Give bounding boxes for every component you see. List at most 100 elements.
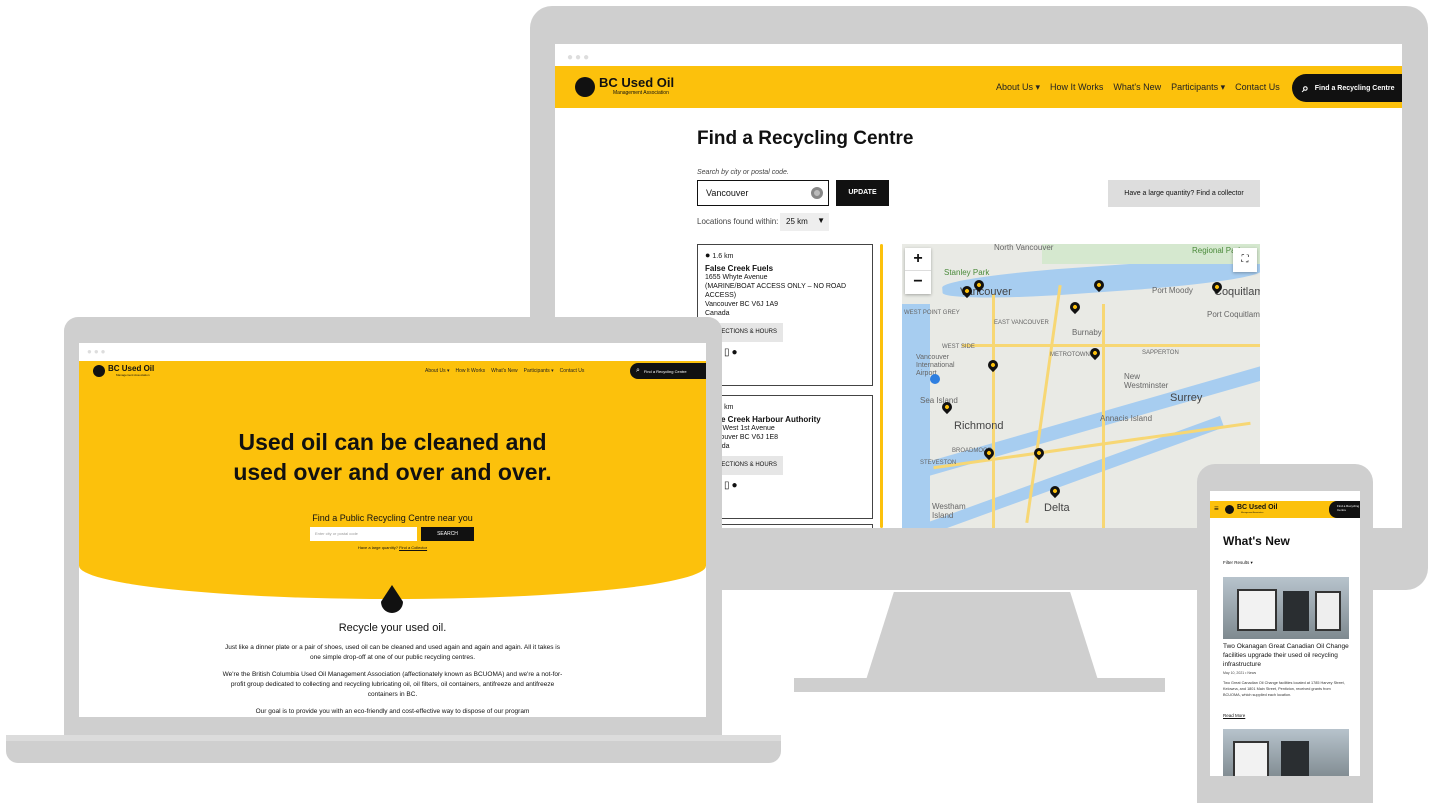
desktop-stand bbox=[866, 592, 1098, 680]
hero-headline-1: Used oil can be cleaned and bbox=[238, 429, 547, 455]
results-scrollbar[interactable] bbox=[880, 244, 883, 528]
section-title: Recycle your used oil. bbox=[338, 622, 447, 634]
within-select[interactable]: 25 km ▼ bbox=[780, 213, 829, 231]
page-title: Find a Recycling Centre bbox=[697, 128, 914, 149]
result-country: Canada bbox=[705, 442, 865, 451]
article-title[interactable]: Two Okanagan Great Canadian Oil Change f… bbox=[1223, 642, 1349, 669]
map-label: Vancouver International Airport bbox=[916, 354, 955, 377]
locate-icon[interactable] bbox=[811, 187, 823, 199]
update-button[interactable]: UPDATE bbox=[836, 180, 889, 206]
zoom-in-button[interactable]: + bbox=[905, 248, 931, 271]
phone-header: ≡ BC Used Oil Management Association Fin… bbox=[1210, 501, 1360, 518]
nav-how-it-works[interactable]: How It Works bbox=[1050, 82, 1103, 93]
brand-logo-icon[interactable] bbox=[93, 365, 105, 377]
browser-dots: ●●● bbox=[567, 52, 592, 63]
article-meta: May 10, 2021 • News bbox=[1223, 671, 1257, 675]
nav-contact-us[interactable]: Contact Us bbox=[1235, 82, 1280, 93]
search-icon: ⌕ bbox=[1302, 80, 1309, 95]
article-body: Two Great Canadian Oil Change facilities… bbox=[1223, 681, 1345, 697]
brand-logo-icon[interactable] bbox=[575, 77, 595, 97]
nav-whats-new[interactable]: What's New bbox=[1113, 82, 1161, 93]
kiosk-door bbox=[1281, 741, 1309, 776]
collector-line: Have a large quantity? Find a Collector bbox=[79, 545, 706, 550]
find-centre-label: Find a Recycling Centre bbox=[1314, 84, 1395, 92]
brand-tagline: Management Association bbox=[1241, 512, 1264, 514]
result-country: Canada bbox=[705, 310, 730, 317]
map-label: Annacis Island bbox=[1100, 414, 1153, 423]
map-label: EAST VANCOUVER bbox=[994, 320, 1049, 326]
nav-whats-new[interactable]: What's New bbox=[491, 368, 518, 374]
map-label: Westham Island bbox=[932, 502, 966, 520]
desktop-nav: About Us ▾ How It Works What's New Parti… bbox=[996, 82, 1280, 93]
result-card[interactable]: ● 1.6 km False Creek Fuels 1655 Whyte Av… bbox=[697, 244, 873, 386]
map-label: Surrey bbox=[1170, 392, 1203, 404]
map-marker[interactable] bbox=[1087, 345, 1103, 361]
search-input[interactable]: Vancouver bbox=[697, 180, 829, 206]
find-centre-cta[interactable]: ⌕ Find a Recycling Centre bbox=[1292, 74, 1402, 102]
browser-dots: ●●● bbox=[87, 347, 108, 356]
nav-participants[interactable]: Participants ▾ bbox=[1171, 82, 1225, 93]
map-label: New Westminster bbox=[1124, 372, 1169, 390]
filter-dropdown[interactable]: Filter Results ▾ bbox=[1223, 560, 1253, 566]
kiosk-panel bbox=[1315, 591, 1341, 631]
brand-name[interactable]: BC Used Oil bbox=[1237, 504, 1277, 511]
result-distance: 1.6 km bbox=[712, 253, 734, 260]
result-card[interactable] bbox=[697, 524, 873, 528]
map-label: SAPPERTON bbox=[1142, 350, 1179, 356]
highway-road bbox=[992, 294, 995, 528]
result-name[interactable]: False Creek Harbour Authority bbox=[705, 415, 865, 424]
hero-search-button[interactable]: SEARCH bbox=[421, 527, 474, 541]
kiosk-door bbox=[1283, 591, 1309, 631]
map-marker[interactable] bbox=[1067, 299, 1083, 315]
find-centre-label: Find a Recycling Centre bbox=[643, 368, 687, 374]
brand-tagline: Management Association bbox=[613, 90, 669, 96]
intro-paragraph-3: Our goal is to provide you with an eco-f… bbox=[255, 708, 530, 715]
intro-paragraph-1: Just like a dinner plate or a pair of sh… bbox=[225, 644, 560, 661]
zoom-out-button[interactable]: − bbox=[905, 271, 931, 294]
find-label: Find a Public Recycling Centre near you bbox=[312, 513, 473, 523]
within-label: Locations found within: bbox=[697, 217, 779, 226]
result-address-1: 1655 Whyte Avenue bbox=[705, 274, 768, 281]
fullscreen-button[interactable]: ⛶ bbox=[1233, 248, 1257, 272]
result-address-1: 1505 West 1st Avenue bbox=[705, 425, 775, 432]
phone-cta[interactable]: Find a Recycling Centre bbox=[1329, 501, 1360, 518]
result-card[interactable]: ● 1.7 km False Creek Harbour Authority 1… bbox=[697, 395, 873, 519]
article-image[interactable] bbox=[1223, 729, 1349, 776]
nav-about-us[interactable]: About Us ▾ bbox=[425, 368, 449, 374]
nav-contact-us[interactable]: Contact Us bbox=[560, 368, 585, 374]
brand-logo-icon[interactable] bbox=[1225, 505, 1234, 514]
map-label: WEST SIDE bbox=[942, 344, 975, 350]
hero-search-input[interactable]: Enter city or postal code bbox=[310, 527, 417, 541]
collector-link[interactable]: Find a Collector bbox=[399, 545, 427, 550]
find-centre-cta[interactable]: ⌕ Find a Recycling Centre bbox=[630, 363, 706, 379]
read-more-link[interactable]: Read More bbox=[1223, 713, 1245, 718]
map-label: Port Moody bbox=[1152, 286, 1193, 295]
search-icon: ⌕ bbox=[636, 367, 640, 374]
phone-screen: ≡ BC Used Oil Management Association Fin… bbox=[1210, 491, 1360, 776]
result-name[interactable]: False Creek Fuels bbox=[705, 264, 865, 273]
map-label: Burnaby bbox=[1072, 328, 1102, 337]
accepted-items-icons: ▮▣▯● bbox=[705, 347, 740, 358]
brand-name[interactable]: BC Used Oil bbox=[599, 75, 674, 90]
map-label: Stanley Park bbox=[944, 268, 990, 277]
within-value: 25 km bbox=[786, 217, 808, 226]
nav-about-us[interactable]: About Us ▾ bbox=[996, 82, 1040, 93]
intro-paragraph-2: We're the British Columbia Used Oil Mana… bbox=[222, 671, 563, 698]
article-image[interactable] bbox=[1223, 577, 1349, 639]
accepted-items-icons: ▮▣▯● bbox=[705, 480, 740, 491]
nav-how-it-works[interactable]: How It Works bbox=[455, 368, 485, 374]
airport-icon bbox=[930, 374, 940, 384]
laptop-screen: ●●● BC Used Oil Management Association A… bbox=[79, 343, 706, 717]
brand-name[interactable]: BC Used Oil bbox=[108, 364, 154, 373]
map-marker[interactable] bbox=[985, 357, 1001, 373]
collector-prefix: Have a large quantity? bbox=[357, 545, 400, 550]
zoom-control: + − bbox=[905, 248, 931, 294]
hamburger-icon[interactable]: ≡ bbox=[1214, 504, 1219, 513]
find-collector-button[interactable]: Have a large quantity? Find a collector bbox=[1108, 180, 1260, 207]
map-label: Port Coquitlam bbox=[1207, 310, 1260, 319]
nav-participants[interactable]: Participants ▾ bbox=[524, 368, 554, 374]
desktop-stand-base bbox=[794, 678, 1165, 692]
map-label: Delta bbox=[1044, 502, 1070, 514]
result-address-3: Vancouver BC V6J 1E8 bbox=[705, 434, 779, 441]
kiosk-panel bbox=[1237, 589, 1277, 631]
